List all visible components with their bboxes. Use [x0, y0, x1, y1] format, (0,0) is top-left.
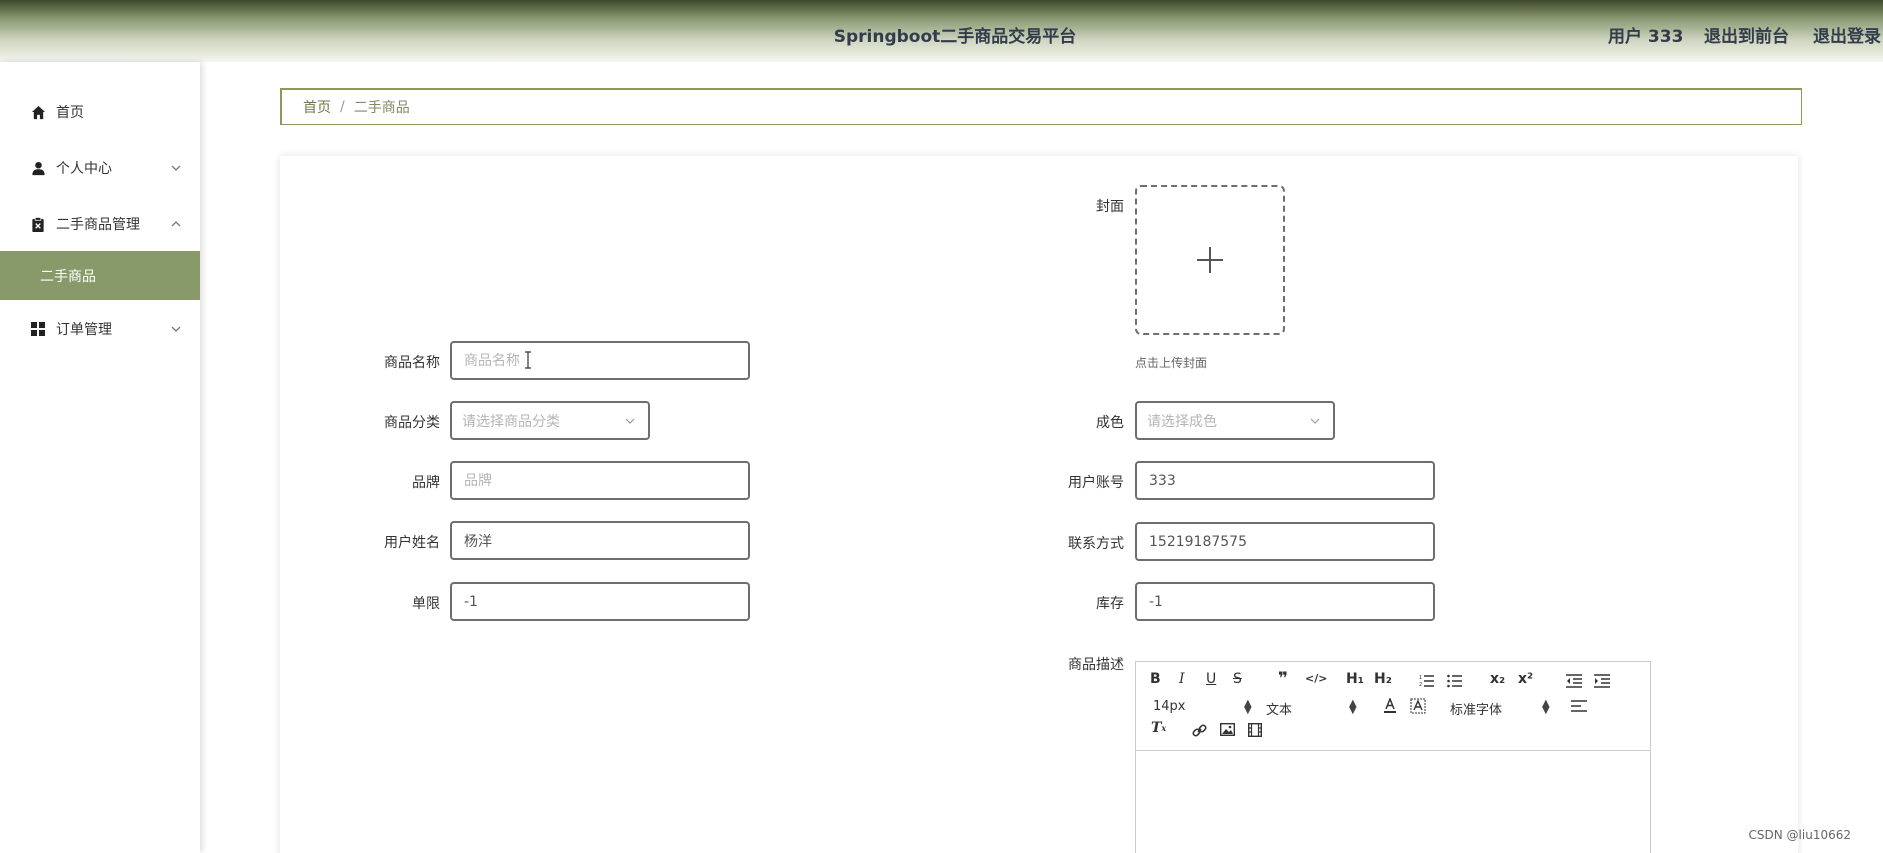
category-select[interactable]: 请选择商品分类	[450, 401, 650, 440]
font-size-value: 14px	[1153, 699, 1186, 714]
sidebar-item-home[interactable]: 首页	[0, 87, 200, 137]
home-icon	[30, 104, 46, 120]
paragraph-value: 文本	[1266, 703, 1293, 718]
link-icon[interactable]	[1192, 723, 1207, 738]
chevron-down-icon	[171, 326, 181, 332]
chevron-down-icon	[1310, 418, 1320, 424]
condition-select-placeholder: 请选择成色	[1147, 413, 1217, 430]
cover-label: 封面	[1096, 199, 1124, 215]
brand-label: 品牌	[412, 475, 440, 491]
cover-upload-hint: 点击上传封面	[1135, 356, 1208, 370]
updown-icon: ▲ ▼	[1542, 698, 1550, 716]
italic-icon[interactable]: I	[1179, 671, 1185, 687]
ordered-list-icon[interactable]: 12	[1419, 674, 1435, 688]
top-header: Springboot二手商品交易平台 用户 333 退出到前台 退出登录	[0, 0, 1883, 62]
svg-text:2: 2	[1419, 682, 1422, 688]
sidebar-item-orders[interactable]: 订单管理	[0, 304, 200, 354]
chevron-up-icon	[171, 221, 181, 227]
text-cursor-icon	[525, 351, 531, 369]
sidebar-item-label: 二手商品管理	[56, 217, 140, 233]
video-icon[interactable]	[1248, 723, 1262, 737]
stock-input[interactable]	[1135, 582, 1435, 621]
username-label: 用户姓名	[384, 535, 440, 551]
watermark: CSDN @liu10662	[1748, 828, 1851, 842]
paragraph-select[interactable]: 文本 ▲ ▼	[1266, 698, 1357, 719]
username-input[interactable]	[450, 521, 750, 560]
category-label: 商品分类	[384, 415, 440, 431]
brand-input[interactable]	[450, 461, 750, 500]
subscript-icon[interactable]: x₂	[1490, 671, 1505, 687]
underline-icon[interactable]: U	[1206, 671, 1216, 687]
background-color-icon[interactable]	[1410, 698, 1426, 714]
limit-label: 单限	[412, 596, 440, 612]
name-label: 商品名称	[384, 355, 440, 371]
heading1-icon[interactable]: H₁	[1346, 671, 1364, 687]
svg-text:1: 1	[1419, 675, 1422, 681]
contact-label: 联系方式	[1068, 536, 1124, 552]
user-icon	[30, 160, 46, 176]
breadcrumb: 首页 / 二手商品	[280, 88, 1802, 125]
breadcrumb-current: 二手商品	[353, 100, 410, 116]
grid-icon	[30, 321, 46, 337]
bullet-list-icon[interactable]	[1447, 674, 1463, 688]
account-input[interactable]	[1135, 461, 1435, 500]
updown-icon: ▲ ▼	[1244, 698, 1252, 716]
updown-icon: ▲ ▼	[1349, 698, 1357, 716]
breadcrumb-separator: /	[340, 99, 345, 115]
align-icon[interactable]	[1571, 700, 1587, 713]
indent-icon[interactable]	[1594, 674, 1610, 688]
account-label: 用户账号	[1068, 475, 1124, 491]
clear-format-icon[interactable]: Tx	[1151, 720, 1166, 736]
condition-label: 成色	[1096, 415, 1124, 431]
sidebar-subitem-goods[interactable]: 二手商品	[0, 251, 200, 300]
current-user: 用户 333	[1608, 27, 1684, 47]
sidebar-item-goods-management[interactable]: 二手商品管理	[0, 199, 200, 249]
stock-label: 库存	[1096, 596, 1124, 612]
code-icon[interactable]: </>	[1305, 672, 1327, 685]
font-family-select[interactable]: 标准字体 ▲ ▼	[1450, 698, 1550, 719]
font-color-icon[interactable]	[1383, 698, 1397, 714]
chevron-down-icon	[171, 165, 181, 171]
logout-link[interactable]: 退出登录	[1813, 22, 1881, 47]
contact-input[interactable]	[1135, 522, 1435, 561]
clipboard-icon	[30, 216, 46, 232]
outdent-icon[interactable]	[1566, 674, 1582, 688]
sidebar-item-label: 个人中心	[56, 161, 112, 177]
cover-upload[interactable]	[1135, 185, 1285, 335]
sidebar-item-label: 首页	[56, 105, 84, 121]
sidebar: 首页 个人中心 二手商品管理 二手商品 订单管理	[0, 62, 200, 853]
limit-input[interactable]	[450, 582, 750, 621]
editor-content-area[interactable]	[1136, 751, 1650, 853]
quote-icon[interactable]: ❞	[1278, 669, 1288, 689]
editor-toolbar: B I U S ❞ </> H₁ H₂ 12 x₂ x² 14px ▲ ▼ 文本 …	[1136, 662, 1650, 751]
sidebar-item-label: 订单管理	[56, 322, 112, 338]
image-icon[interactable]	[1220, 723, 1235, 736]
app-title: Springboot二手商品交易平台	[833, 27, 1077, 47]
font-family-value: 标准字体	[1450, 703, 1503, 718]
condition-select[interactable]: 请选择成色	[1135, 401, 1335, 440]
sidebar-item-personal-center[interactable]: 个人中心	[0, 143, 200, 193]
bold-icon[interactable]: B	[1150, 671, 1161, 687]
exit-to-front-link[interactable]: 退出到前台	[1704, 22, 1789, 47]
plus-icon	[1197, 247, 1223, 273]
name-input[interactable]	[450, 341, 750, 380]
description-editor: B I U S ❞ </> H₁ H₂ 12 x₂ x² 14px ▲ ▼ 文本 …	[1135, 661, 1651, 853]
category-select-placeholder: 请选择商品分类	[462, 413, 560, 430]
superscript-icon[interactable]: x²	[1518, 671, 1533, 687]
description-label: 商品描述	[1068, 657, 1124, 673]
heading2-icon[interactable]: H₂	[1374, 671, 1392, 687]
chevron-down-icon	[625, 418, 635, 424]
breadcrumb-home[interactable]: 首页	[303, 97, 331, 117]
font-size-select[interactable]: 14px ▲ ▼	[1153, 699, 1252, 716]
strikethrough-icon[interactable]: S	[1233, 671, 1242, 687]
